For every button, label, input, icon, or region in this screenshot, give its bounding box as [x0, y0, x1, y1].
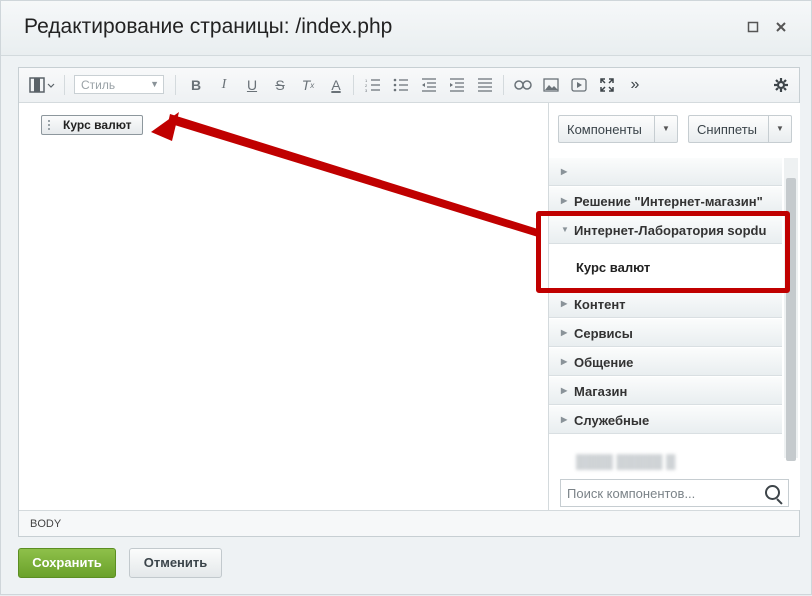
ordered-list-icon[interactable]: 123: [362, 74, 384, 96]
editor-content-area[interactable]: Курс валют: [19, 103, 548, 510]
component-search-input[interactable]: Поиск компонентов...: [560, 479, 789, 507]
snippets-tab-button[interactable]: Сниппеты ▼: [688, 115, 792, 143]
dialog-titlebar: Редактирование страницы: /index.php: [1, 1, 811, 56]
snippets-tab-label: Сниппеты: [697, 122, 758, 137]
font-color-icon[interactable]: A: [325, 74, 347, 96]
tree-item[interactable]: ▶ Общение: [549, 348, 782, 376]
editor-toolbar: Стиль ▼ B I U S Tx A 123 »: [19, 68, 799, 103]
tree-item-label: Решение "Интернет-магазин": [574, 194, 763, 209]
chevron-down-icon: ▼: [150, 79, 159, 89]
italic-icon[interactable]: I: [213, 74, 235, 96]
components-tree: ▶ ▶ Решение "Интернет-магазин" ▼ Интерне…: [549, 158, 782, 458]
chevron-right-icon: ▶: [561, 415, 568, 424]
element-path[interactable]: BODY: [30, 518, 61, 530]
chevron-right-icon: ▶: [561, 167, 568, 176]
tree-item-label: Контент: [574, 297, 626, 312]
tree-item[interactable]: ▶ Сервисы: [549, 319, 782, 347]
svg-text:3: 3: [365, 88, 368, 92]
close-icon[interactable]: [774, 21, 788, 35]
bold-icon[interactable]: B: [185, 74, 207, 96]
drag-handle-icon[interactable]: [48, 120, 54, 130]
tree-item[interactable]: ▶: [549, 158, 782, 186]
chevron-down-icon[interactable]: ▼: [654, 116, 677, 142]
style-select-label: Стиль: [81, 78, 116, 92]
components-panel: Компоненты ▼ Сниппеты ▼ ▶ ▶ Решение "Инт…: [548, 103, 800, 510]
underline-icon[interactable]: U: [241, 74, 263, 96]
drag-ghost: ████ █████ █: [576, 454, 676, 469]
tree-item-label: Магазин: [574, 384, 628, 399]
outdent-icon[interactable]: [418, 74, 440, 96]
chevron-right-icon: ▶: [561, 299, 568, 308]
dialog-title: Редактирование страницы: /index.php: [24, 15, 393, 38]
video-icon[interactable]: [568, 74, 590, 96]
tree-item-label: Сервисы: [574, 326, 633, 341]
blocks-icon[interactable]: [27, 74, 57, 96]
settings-icon[interactable]: [770, 74, 792, 96]
components-tab-button[interactable]: Компоненты ▼: [558, 115, 678, 143]
image-icon[interactable]: [540, 74, 562, 96]
indent-icon[interactable]: [446, 74, 468, 96]
status-bar: BODY: [19, 510, 799, 536]
highlight-box: [536, 211, 790, 293]
chevron-down-icon[interactable]: ▼: [768, 116, 791, 142]
components-tab-label: Компоненты: [567, 122, 642, 137]
remove-format-icon[interactable]: Tx: [297, 74, 319, 96]
strikethrough-icon[interactable]: S: [269, 74, 291, 96]
maximize-icon[interactable]: [746, 21, 760, 35]
chevron-right-icon: ▶: [561, 357, 568, 366]
fullscreen-icon[interactable]: [596, 74, 618, 96]
more-icon[interactable]: »: [624, 74, 646, 96]
save-button[interactable]: Сохранить: [18, 548, 116, 578]
chevron-right-icon: ▶: [561, 196, 568, 205]
tree-item-label: Общение: [574, 355, 634, 370]
link-icon[interactable]: [512, 74, 534, 96]
chevron-right-icon: ▶: [561, 328, 568, 337]
tree-item-label: Служебные: [574, 413, 650, 428]
align-icon[interactable]: [474, 74, 496, 96]
tree-item[interactable]: ▶ Контент: [549, 290, 782, 318]
component-chip-label: Курс валют: [63, 118, 132, 132]
chevron-right-icon: ▶: [561, 386, 568, 395]
search-placeholder: Поиск компонентов...: [567, 486, 696, 501]
tree-item[interactable]: ▶ Магазин: [549, 377, 782, 405]
search-icon[interactable]: [765, 485, 780, 500]
tree-item[interactable]: ▶ Служебные: [549, 406, 782, 434]
page-editor-dialog: Редактирование страницы: /index.php Стил…: [0, 0, 812, 595]
component-chip[interactable]: Курс валют: [41, 115, 143, 135]
cancel-button[interactable]: Отменить: [129, 548, 222, 578]
html-editor: Стиль ▼ B I U S Tx A 123 » Курс валют Ко…: [18, 67, 800, 537]
unordered-list-icon[interactable]: [390, 74, 412, 96]
style-select[interactable]: Стиль ▼: [74, 75, 164, 94]
